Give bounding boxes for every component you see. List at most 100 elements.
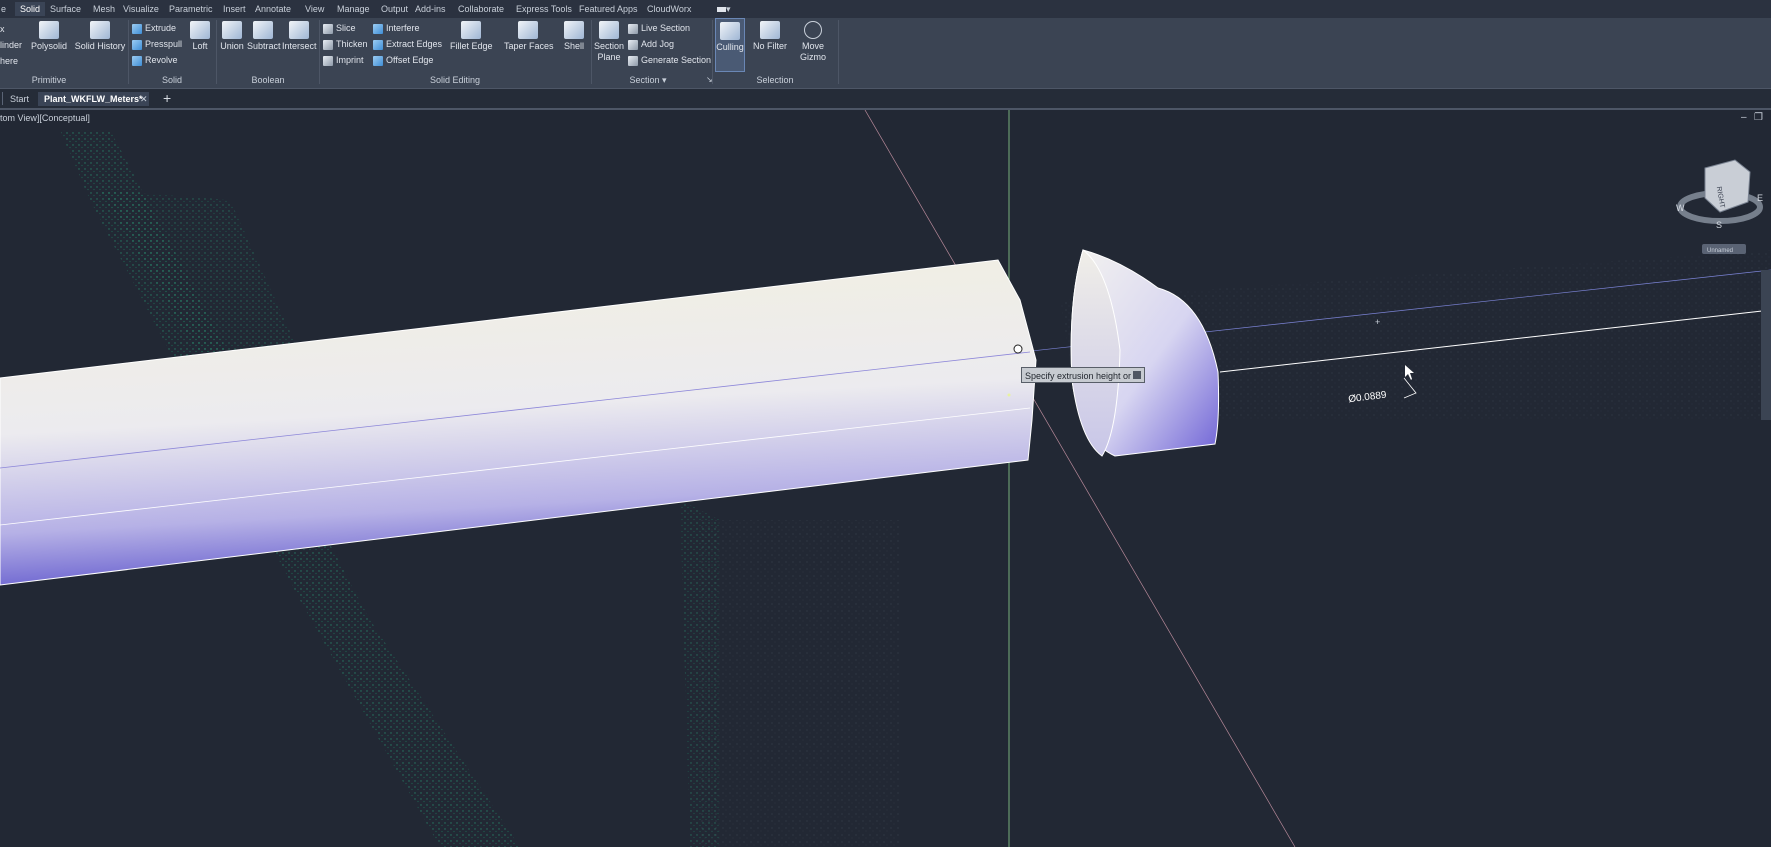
tab-start[interactable]: Start [4, 92, 35, 106]
tab-express-tools[interactable]: Express Tools [511, 2, 577, 16]
ribbon-options-dropdown[interactable]: ▾ [712, 2, 736, 16]
tab-insert[interactable]: Insert [218, 2, 251, 16]
polysolid-button[interactable]: Polysolid [31, 21, 67, 52]
extract-edges-button[interactable]: Extract Edges [373, 36, 442, 52]
dynamic-input-tooltip: Specify extrusion height or [1021, 367, 1145, 383]
restore-icon[interactable]: ❐ [1754, 112, 1763, 123]
presspull-icon [132, 39, 142, 50]
live-section-icon [628, 23, 638, 34]
union-icon [222, 21, 242, 39]
move-gizmo-label-2: Gizmo [799, 52, 826, 62]
grip-point[interactable] [1013, 344, 1023, 354]
extrude-button[interactable]: Extrude [132, 20, 176, 36]
culling-icon [720, 22, 740, 40]
no-filter-label: No Filter [752, 41, 787, 51]
subtract-button[interactable]: Subtract [247, 21, 281, 52]
shell-icon [564, 21, 584, 39]
new-tab-button[interactable]: + [163, 90, 171, 106]
tab-view[interactable]: View [300, 2, 329, 16]
thicken-button[interactable]: Thicken [323, 36, 368, 52]
interfere-button[interactable]: Interfere [373, 20, 420, 36]
gizmo-icon [804, 21, 822, 39]
presspull-button[interactable]: Presspull [132, 36, 182, 52]
tab-parametric[interactable]: Parametric [164, 2, 218, 16]
panel-title-section[interactable]: Section ▾ [629, 75, 666, 86]
offset-edge-icon [373, 55, 383, 66]
live-section-label: Live Section [641, 23, 691, 33]
tab-home-fragment[interactable]: e [0, 2, 11, 16]
viewport-controls-label[interactable]: tom View][Conceptual] [0, 113, 90, 123]
box-button[interactable]: x [0, 21, 5, 37]
viewcube[interactable]: RIGHT W E S Unnamed [1676, 159, 1763, 254]
navigation-bar[interactable] [1761, 270, 1771, 420]
snap-point [1007, 393, 1011, 397]
offset-edge-button[interactable]: Offset Edge [373, 52, 433, 68]
section-title-label: Section [629, 75, 660, 85]
tab-featured-apps[interactable]: Featured Apps [574, 2, 643, 16]
tab-manage[interactable]: Manage [332, 2, 375, 16]
imprint-icon [323, 55, 333, 66]
viewcube-cube[interactable] [1704, 159, 1751, 213]
tab-visualize[interactable]: Visualize [118, 2, 164, 16]
imprint-button[interactable]: Imprint [323, 52, 364, 68]
fillet-edge-button[interactable]: Fillet Edge [450, 21, 493, 52]
fillet-edge-icon [461, 21, 481, 39]
intersect-label: Intersect [282, 41, 317, 51]
tab-mesh[interactable]: Mesh [88, 2, 120, 16]
thicken-icon [323, 39, 333, 50]
tab-add-ins[interactable]: Add-ins [410, 2, 451, 16]
panel-title-boolean[interactable]: Boolean [251, 75, 284, 85]
panel-divider [128, 20, 129, 84]
crosshair-marker: + [1375, 317, 1380, 327]
interfere-icon [373, 23, 383, 34]
union-button[interactable]: Union [220, 21, 244, 52]
tab-surface[interactable]: Surface [45, 2, 86, 16]
taper-faces-button[interactable]: Taper Faces [504, 21, 554, 52]
compass-west: W [1676, 203, 1685, 213]
solid-history-button[interactable]: Solid History [74, 21, 126, 52]
generate-section-button[interactable]: Generate Section [628, 52, 711, 68]
add-jog-button[interactable]: Add Jog [628, 36, 674, 52]
tab-solid[interactable]: Solid [15, 2, 46, 16]
minimize-icon[interactable]: – [1741, 112, 1747, 123]
primitive-box-label: x [0, 24, 5, 34]
interfere-label: Interfere [386, 23, 420, 33]
chevron-down-icon: ▾ [726, 4, 731, 14]
slice-label: Slice [336, 23, 356, 33]
tab-active-drawing[interactable]: Plant_WKFLW_Meters* [38, 92, 149, 106]
shell-label: Shell [563, 41, 584, 51]
no-filter-button[interactable]: No Filter [751, 21, 789, 52]
sphere-button[interactable]: here [0, 53, 18, 69]
panel-title-solid-editing[interactable]: Solid Editing [430, 75, 480, 85]
culling-button[interactable]: Culling [715, 18, 745, 72]
tab-annotate[interactable]: Annotate [250, 2, 296, 16]
revolve-button[interactable]: Revolve [132, 52, 178, 68]
drawing-viewport[interactable]: Ø0.0889 + RIGHT W E S Unnamed [0, 110, 1771, 847]
close-icon[interactable]: ✕ [140, 94, 148, 105]
tab-cloudworx[interactable]: CloudWorx [642, 2, 696, 16]
section-plane-button[interactable]: Section Plane [594, 21, 624, 63]
slice-button[interactable]: Slice [323, 20, 356, 36]
tab-collaborate[interactable]: Collaborate [453, 2, 509, 16]
loft-button[interactable]: Loft [188, 21, 212, 52]
move-gizmo-button[interactable]: Move Gizmo [797, 21, 829, 63]
tab-output[interactable]: Output [376, 2, 413, 16]
ribbon: x linder here Polysolid Solid History Pr… [0, 18, 1771, 89]
primitive-sphere-label: here [0, 56, 19, 66]
tooltip-prompt: Specify extrusion height or [1025, 371, 1132, 381]
extrude-label: Extrude [145, 23, 177, 33]
live-section-button[interactable]: Live Section [628, 20, 690, 36]
panel-divider [591, 20, 592, 84]
section-plane-icon [599, 21, 619, 39]
fillet-edge-label: Fillet Edge [450, 41, 493, 51]
panel-title-solid[interactable]: Solid [162, 75, 182, 85]
panel-title-primitive[interactable]: Primitive [32, 75, 67, 85]
cylinder-button[interactable]: linder [0, 37, 22, 53]
document-tab-bar: Start Plant_WKFLW_Meters* ✕ + [0, 89, 1771, 110]
panel-title-selection[interactable]: Selection [756, 75, 793, 85]
shell-button[interactable]: Shell [561, 21, 587, 52]
intersect-button[interactable]: Intersect [282, 21, 317, 52]
revolve-icon [132, 55, 142, 66]
taper-faces-icon [518, 21, 538, 39]
subtract-icon [253, 21, 273, 39]
